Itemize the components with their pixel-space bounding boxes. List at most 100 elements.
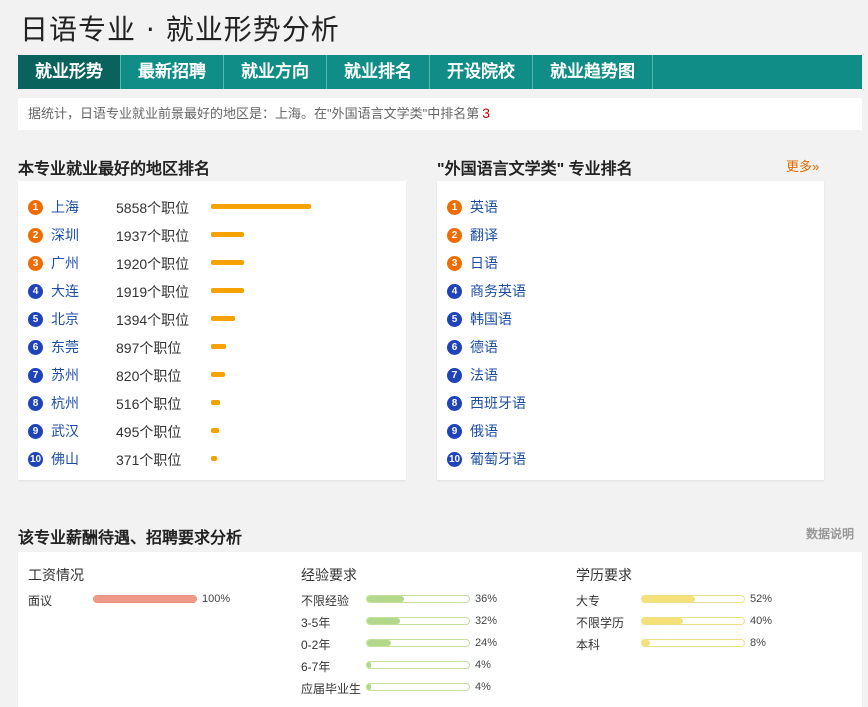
- major-link[interactable]: 英语: [470, 197, 498, 217]
- rank-badge: 2: [28, 227, 43, 243]
- major-link[interactable]: 日语: [470, 253, 498, 273]
- region-row: 8 杭州: [28, 393, 79, 413]
- page-title: 日语专业 · 就业形势分析: [20, 13, 340, 46]
- rank-badge: 4: [447, 283, 462, 299]
- tab-trend-chart[interactable]: 就业趋势图: [533, 55, 653, 89]
- rank-badge: 10: [447, 451, 462, 467]
- region-link[interactable]: 东莞: [51, 337, 79, 357]
- region-link[interactable]: 武汉: [51, 421, 79, 441]
- major-row: 4 商务英语: [447, 281, 526, 301]
- experience-label: 不限经验: [301, 594, 350, 608]
- analysis-heading: 该专业薪酬待遇、招聘要求分析: [18, 530, 243, 547]
- region-link[interactable]: 苏州: [51, 365, 79, 385]
- major-link[interactable]: 西班牙语: [470, 393, 526, 413]
- region-row: 4 大连: [28, 281, 79, 301]
- region-link[interactable]: 广州: [51, 253, 79, 273]
- major-link[interactable]: 韩国语: [470, 309, 512, 329]
- education-heading: 学历要求: [576, 567, 632, 583]
- region-row: 3 广州: [28, 253, 79, 273]
- experience-label: 3-5年: [301, 616, 331, 630]
- tab-bar: 就业形势 最新招聘 就业方向 就业排名 开设院校 就业趋势图: [18, 55, 862, 89]
- tab-colleges[interactable]: 开设院校: [430, 55, 533, 89]
- job-count-bar: [211, 260, 244, 265]
- job-count-bar: [211, 400, 220, 405]
- major-row: 9 俄语: [447, 421, 498, 441]
- region-link[interactable]: 大连: [51, 281, 79, 301]
- region-link[interactable]: 上海: [51, 197, 79, 217]
- education-bar-fill: [642, 596, 696, 602]
- experience-bar-fill: [367, 662, 372, 668]
- experience-percent: 36%: [475, 593, 498, 605]
- tab-employment-ranking[interactable]: 就业排名: [327, 55, 430, 89]
- job-count: 516个职位: [116, 396, 182, 412]
- education-percent: 52%: [750, 593, 773, 605]
- job-count: 5858个职位: [116, 200, 190, 216]
- education-bar-fill: [642, 618, 683, 624]
- rank-badge: 8: [28, 395, 43, 411]
- job-count: 1394个职位: [116, 312, 190, 328]
- experience-percent: 32%: [475, 615, 498, 627]
- experience-percent: 24%: [475, 637, 498, 649]
- salary-heading: 工资情况: [28, 567, 84, 583]
- rank-badge: 9: [28, 423, 43, 439]
- rank-badge: 3: [447, 255, 462, 271]
- education-bar-track: [641, 617, 745, 625]
- job-count: 371个职位: [116, 452, 182, 468]
- tab-employment-situation[interactable]: 就业形势: [18, 55, 121, 89]
- major-link[interactable]: 俄语: [470, 421, 498, 441]
- data-note-link[interactable]: 数据说明: [806, 525, 854, 542]
- region-link[interactable]: 深圳: [51, 225, 79, 245]
- region-row: 1 上海: [28, 197, 79, 217]
- job-count: 495个职位: [116, 424, 182, 440]
- experience-heading: 经验要求: [301, 567, 357, 583]
- rank-badge: 1: [28, 199, 43, 215]
- rank-badge: 8: [447, 395, 462, 411]
- region-link[interactable]: 杭州: [51, 393, 79, 413]
- region-row: 6 东莞: [28, 337, 79, 357]
- regions-panel: 1 上海 5858个职位 2 深圳 1937个职位 3 广州 1920个职位 4 大连 1919个职位…: [18, 181, 406, 480]
- more-link[interactable]: 更多»: [786, 156, 819, 175]
- major-link[interactable]: 商务英语: [470, 281, 526, 301]
- education-percent: 8%: [750, 637, 766, 649]
- major-link[interactable]: 翻译: [470, 225, 498, 245]
- experience-percent: 4%: [475, 659, 491, 671]
- rank-badge: 10: [28, 451, 43, 467]
- education-bar-track: [641, 639, 745, 647]
- major-link[interactable]: 葡萄牙语: [470, 449, 526, 469]
- region-row: 9 武汉: [28, 421, 79, 441]
- education-label: 本科: [576, 638, 601, 652]
- experience-label: 6-7年: [301, 660, 331, 674]
- education-bar-track: [641, 595, 745, 603]
- job-count: 1920个职位: [116, 256, 190, 272]
- tab-latest-jobs[interactable]: 最新招聘: [121, 55, 224, 89]
- majors-heading: "外国语言文学类" 专业排名: [437, 161, 633, 178]
- regions-heading: 本专业就业最好的地区排名: [18, 161, 211, 178]
- major-row: 8 西班牙语: [447, 393, 526, 413]
- job-count-bar: [211, 232, 244, 237]
- major-row: 1 英语: [447, 197, 498, 217]
- job-count: 820个职位: [116, 368, 182, 384]
- region-link[interactable]: 佛山: [51, 449, 79, 469]
- salary-bar-fill: [94, 596, 196, 602]
- job-count-bar: [211, 428, 219, 433]
- rank-badge: 9: [447, 423, 462, 439]
- major-row: 3 日语: [447, 253, 498, 273]
- region-row: 10 佛山: [28, 449, 79, 469]
- summary-rank: 3: [482, 105, 491, 121]
- major-link[interactable]: 德语: [470, 337, 498, 357]
- region-link[interactable]: 北京: [51, 309, 79, 329]
- education-label: 不限学历: [576, 616, 625, 630]
- rank-badge: 6: [28, 339, 43, 355]
- region-row: 7 苏州: [28, 365, 79, 385]
- job-count-bar: [211, 372, 225, 377]
- job-count-bar: [211, 456, 217, 461]
- tab-career-direction[interactable]: 就业方向: [224, 55, 327, 89]
- major-link[interactable]: 法语: [470, 365, 498, 385]
- region-row: 2 深圳: [28, 225, 79, 245]
- rank-badge: 5: [447, 311, 462, 327]
- rank-badge: 1: [447, 199, 462, 215]
- summary-notice: 据统计，日语专业就业前景最好的地区是：上海。在"外国语言文学类"中排名第 3: [18, 98, 862, 130]
- rank-badge: 7: [28, 367, 43, 383]
- job-count: 1919个职位: [116, 284, 190, 300]
- major-row: 6 德语: [447, 337, 498, 357]
